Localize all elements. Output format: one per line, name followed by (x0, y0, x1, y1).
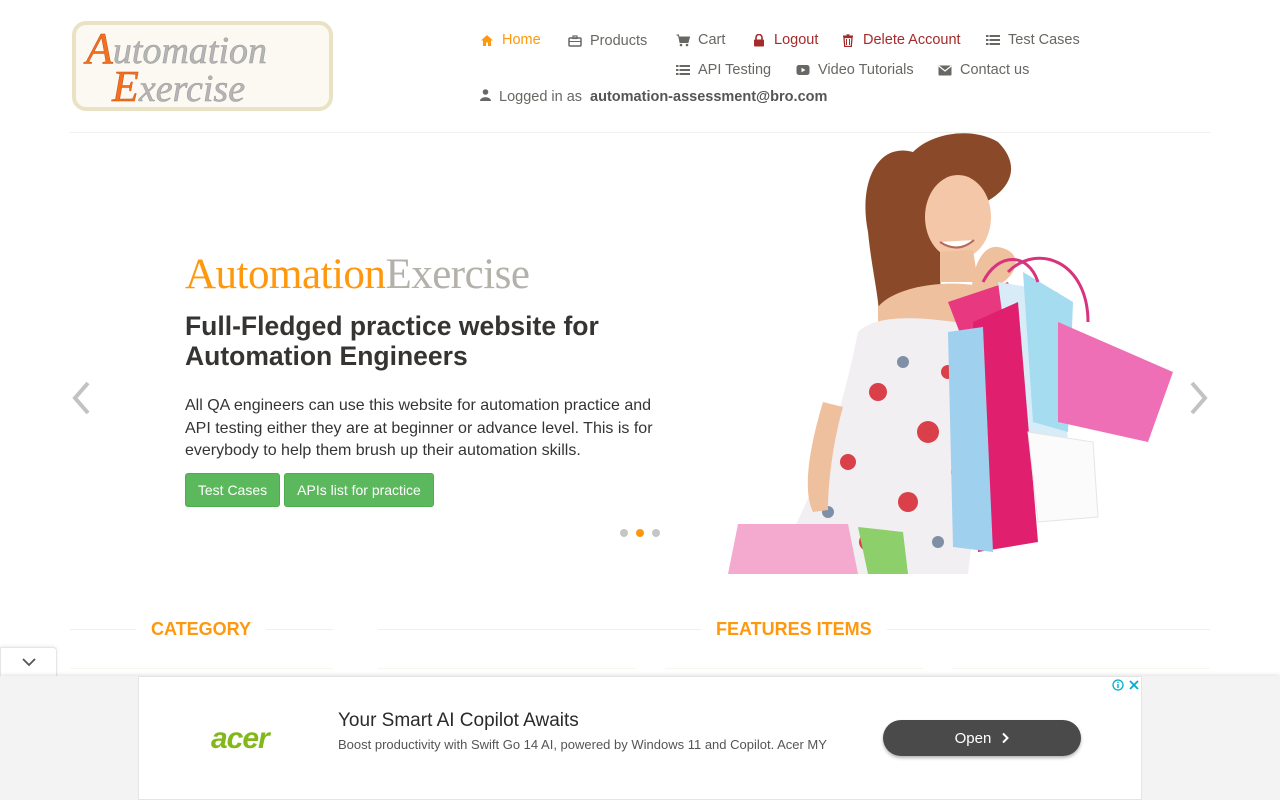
slider-indicators (619, 528, 661, 538)
close-icon[interactable] (1128, 679, 1140, 691)
ad-open-button[interactable]: Open (883, 720, 1081, 756)
logged-in-username: automation-assessment@bro.com (590, 89, 828, 105)
nav-video-tutorials-label: Video Tutorials (818, 62, 914, 78)
nav-api-testing-label: API Testing (698, 62, 772, 78)
svg-text:Automation: Automation (83, 25, 267, 73)
logged-in-prefix: Logged in as (499, 89, 583, 105)
logged-in-status: Logged in as automation-assessment@bro.c… (480, 89, 827, 105)
product-card (952, 668, 1210, 676)
chevron-down-icon (21, 658, 36, 667)
nav-video-tutorials[interactable]: Video Tutorials (796, 59, 914, 81)
list-icon (676, 63, 690, 77)
chevron-left-icon (72, 381, 90, 415)
nav-cart-label: Cart (698, 32, 726, 48)
brand-part-automation: Automation (185, 251, 386, 298)
briefcase-icon (568, 34, 582, 48)
nav-api-testing[interactable]: API Testing (676, 59, 771, 81)
ad-brand-logo[interactable]: acer (211, 722, 270, 756)
chevron-right-icon (1002, 732, 1010, 744)
lock-icon (752, 33, 766, 47)
apis-list-button[interactable]: APIs list for practice (284, 473, 434, 507)
product-card (665, 668, 923, 676)
cart-icon (676, 33, 690, 47)
nav-logout[interactable]: Logout (752, 29, 818, 51)
category-title: Category (136, 619, 267, 640)
logo-wordmark: Automation Exercise (83, 25, 268, 107)
test-cases-button[interactable]: Test Cases (185, 473, 280, 507)
nav-delete-account[interactable]: Delete Account (841, 29, 961, 51)
nav-contact-us[interactable]: Contact us (938, 59, 1029, 81)
slider-brand-title: AutomationExercise (185, 250, 530, 299)
home-icon (480, 33, 494, 47)
user-icon (480, 89, 491, 105)
nav-home-label: Home (502, 32, 541, 48)
ad-controls (1112, 679, 1140, 691)
nav-test-cases-label: Test Cases (1008, 32, 1080, 48)
nav-delete-account-label: Delete Account (863, 32, 961, 48)
nav-logout-label: Logout (774, 32, 819, 48)
ad-banner: acer Your Smart AI Copilot Awaits Boost … (0, 676, 1280, 800)
nav-products-label: Products (590, 33, 648, 49)
envelope-icon (938, 63, 952, 77)
ad-headline[interactable]: Your Smart AI Copilot Awaits (338, 710, 579, 732)
ad-container[interactable]: acer Your Smart AI Copilot Awaits Boost … (138, 676, 1142, 800)
nav-contact-us-label: Contact us (960, 62, 1030, 78)
slider-prev-button[interactable] (70, 380, 94, 416)
slider-heading: Full-Fledged practice website for Automa… (185, 311, 599, 371)
slider-dot-2[interactable] (635, 528, 645, 538)
nav-test-cases[interactable]: Test Cases (986, 29, 1080, 51)
trash-icon (841, 33, 855, 47)
adchoices-icon[interactable] (1112, 679, 1124, 691)
nav-cart[interactable]: Cart (676, 29, 725, 51)
slider-next-button[interactable] (1186, 380, 1210, 416)
site-logo[interactable]: Automation Exercise (72, 21, 333, 111)
ad-collapse-button[interactable] (0, 647, 57, 676)
nav-home[interactable]: Home (480, 29, 541, 51)
video-icon (796, 63, 810, 77)
svg-text:Exercise: Exercise (111, 62, 245, 107)
features-title: Features Items (701, 619, 887, 640)
chevron-right-icon (1190, 381, 1208, 415)
category-panel (70, 668, 333, 676)
product-card (378, 668, 636, 676)
ad-open-label: Open (954, 729, 992, 747)
list-icon (986, 33, 1000, 47)
slider-dot-1[interactable] (619, 528, 629, 538)
slider-dot-3[interactable] (651, 528, 661, 538)
hero-image (728, 132, 1178, 574)
brand-part-exercise: Exercise (385, 251, 530, 298)
nav-products[interactable]: Products (568, 30, 647, 52)
slider-description: All QA engineers can use this website fo… (185, 397, 653, 459)
ad-description: Boost productivity with Swift Go 14 AI, … (338, 737, 827, 752)
